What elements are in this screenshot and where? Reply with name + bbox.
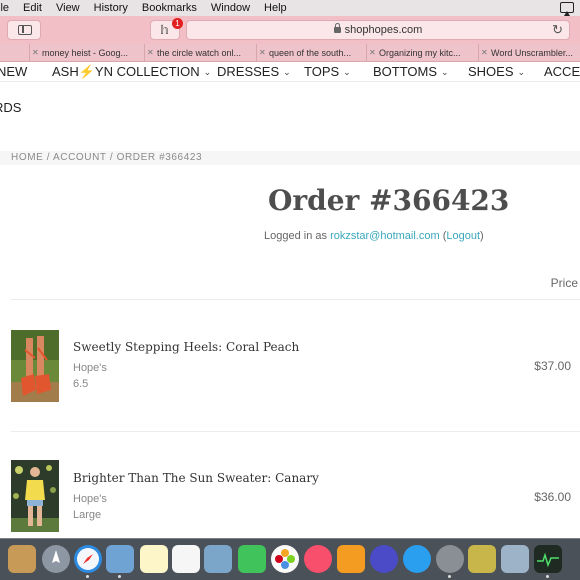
menu-history[interactable]: History <box>94 2 128 14</box>
chevron-down-icon: ⌄ <box>517 67 526 77</box>
product-title[interactable]: Brighter Than The Sun Sweater: Canary <box>73 471 319 485</box>
app-store-app-icon[interactable] <box>403 545 431 573</box>
browser-toolbar: 𝕙 1 shophopes.com ↻ <box>0 16 580 44</box>
breadcrumb-bar: HOME / ACCOUNT / ORDER #366423 <box>0 151 580 165</box>
running-indicator <box>86 575 89 578</box>
product-image-sweater[interactable] <box>11 460 59 532</box>
extension-button[interactable]: 𝕙 1 <box>150 18 183 40</box>
account-email-link[interactable]: rokzstar@hotmail.com <box>330 230 440 242</box>
activity-monitor-app-icon[interactable] <box>534 545 562 573</box>
nav-bottoms[interactable]: BOTTOMS ⌄ <box>373 64 449 79</box>
heels-photo <box>11 330 59 402</box>
chevron-down-icon: ⌄ <box>203 67 212 77</box>
nav-collection[interactable]: ASH⚡YN COLLECTION ⌄ <box>52 64 211 80</box>
running-indicator <box>546 575 549 578</box>
preview-app-icon[interactable] <box>106 545 134 573</box>
lock-icon <box>333 23 341 33</box>
bookmark-item[interactable]: ✕ Organizing my kitc... <box>367 44 479 62</box>
product-variant: Large <box>73 509 102 521</box>
sweater-photo <box>11 460 59 532</box>
photo-viewer-app-icon[interactable] <box>204 545 232 573</box>
bookmark-item[interactable]: ✕ Word Unscrambler... <box>479 44 580 62</box>
product-image-heels[interactable] <box>11 330 59 402</box>
close-icon[interactable]: ✕ <box>481 44 488 62</box>
bookmark-item[interactable]: ✕ queen of the south... <box>257 44 367 62</box>
notification-badge: 1 <box>172 18 183 29</box>
bookmarks-bar: ✕ money heist - Goog... ✕ the circle watch… <box>0 44 580 62</box>
url-text: shophopes.com <box>344 24 423 36</box>
photos-app-icon[interactable] <box>271 545 299 573</box>
launchpad-app-icon[interactable] <box>42 545 70 573</box>
close-icon[interactable]: ✕ <box>259 44 266 62</box>
site-navigation: NEW ASH⚡YN COLLECTION ⌄ DRESSES ⌄ TOPS ⌄ BO… <box>0 62 580 82</box>
running-indicator <box>448 575 451 578</box>
nav-shoes[interactable]: SHOES ⌄ <box>468 64 525 79</box>
price-column-header: Price <box>550 276 578 290</box>
product-price: $37.00 <box>534 359 571 373</box>
chevron-down-icon: ⌄ <box>283 67 291 77</box>
nav-tops[interactable]: TOPS ⌄ <box>304 64 351 79</box>
menu-help[interactable]: Help <box>264 2 287 14</box>
nav-new[interactable]: NEW <box>0 64 27 79</box>
reload-icon[interactable]: ↻ <box>552 22 563 38</box>
nav-cards[interactable]: RDS <box>0 100 21 115</box>
product-price: $36.00 <box>534 490 571 504</box>
photo-app-icon[interactable] <box>501 545 529 573</box>
divider <box>11 431 580 432</box>
itunes-app-icon[interactable] <box>304 545 332 573</box>
close-icon[interactable]: ✕ <box>369 44 376 62</box>
running-indicator <box>118 575 121 578</box>
bookmark-item[interactable]: ✕ the circle watch onl... <box>145 44 257 62</box>
bookmark-item[interactable]: ✕ money heist - Goog... <box>30 44 145 62</box>
product-variant: 6.5 <box>73 378 89 390</box>
siri-app-icon[interactable] <box>370 545 398 573</box>
system-preferences-app-icon[interactable] <box>436 545 464 573</box>
screen: ile Edit View History Bookmarks Window H… <box>0 0 580 580</box>
logout-link[interactable]: Logout <box>446 230 480 242</box>
airplay-icon[interactable] <box>560 2 574 16</box>
utility-app-icon[interactable] <box>468 545 496 573</box>
address-bar[interactable]: shophopes.com ↻ <box>186 20 570 40</box>
product-title[interactable]: Sweetly Stepping Heels: Coral Peach <box>73 340 299 354</box>
menu-file[interactable]: ile <box>0 2 9 14</box>
bookmark-truncated[interactable] <box>0 44 30 62</box>
chevron-down-icon: ⌄ <box>343 67 351 77</box>
notes-app-icon[interactable] <box>140 545 168 573</box>
menu-view[interactable]: View <box>56 2 80 14</box>
divider <box>11 299 580 300</box>
menu-bookmarks[interactable]: Bookmarks <box>142 2 197 14</box>
extension-icon: 𝕙 <box>160 23 169 37</box>
nav-accessories[interactable]: ACCES <box>544 64 580 79</box>
sidebar-toggle-button[interactable] <box>7 20 41 40</box>
product-brand: Hope's <box>73 493 107 505</box>
facetime-app-icon[interactable] <box>238 545 266 573</box>
menu-window[interactable]: Window <box>211 2 250 14</box>
safari-app-icon[interactable] <box>74 545 102 573</box>
nav-dresses[interactable]: DRESSES ⌄ <box>217 64 291 79</box>
finder-app-icon[interactable] <box>8 545 36 573</box>
page-title: Order #366423 <box>268 184 510 217</box>
menu-edit[interactable]: Edit <box>23 2 42 14</box>
chevron-down-icon: ⌄ <box>441 67 449 77</box>
reminders-app-icon[interactable] <box>172 545 200 573</box>
menu-bar: ile Edit View History Bookmarks Window H… <box>0 0 580 16</box>
login-status: Logged in as rokzstar@hotmail.com (Logou… <box>264 230 484 242</box>
close-icon[interactable]: ✕ <box>32 44 39 62</box>
dock <box>0 538 580 580</box>
sidebar-icon <box>18 25 32 35</box>
breadcrumb[interactable]: HOME / ACCOUNT / ORDER #366423 <box>11 152 202 163</box>
close-icon[interactable]: ✕ <box>147 44 154 62</box>
product-brand: Hope's <box>73 362 107 374</box>
ibooks-app-icon[interactable] <box>337 545 365 573</box>
